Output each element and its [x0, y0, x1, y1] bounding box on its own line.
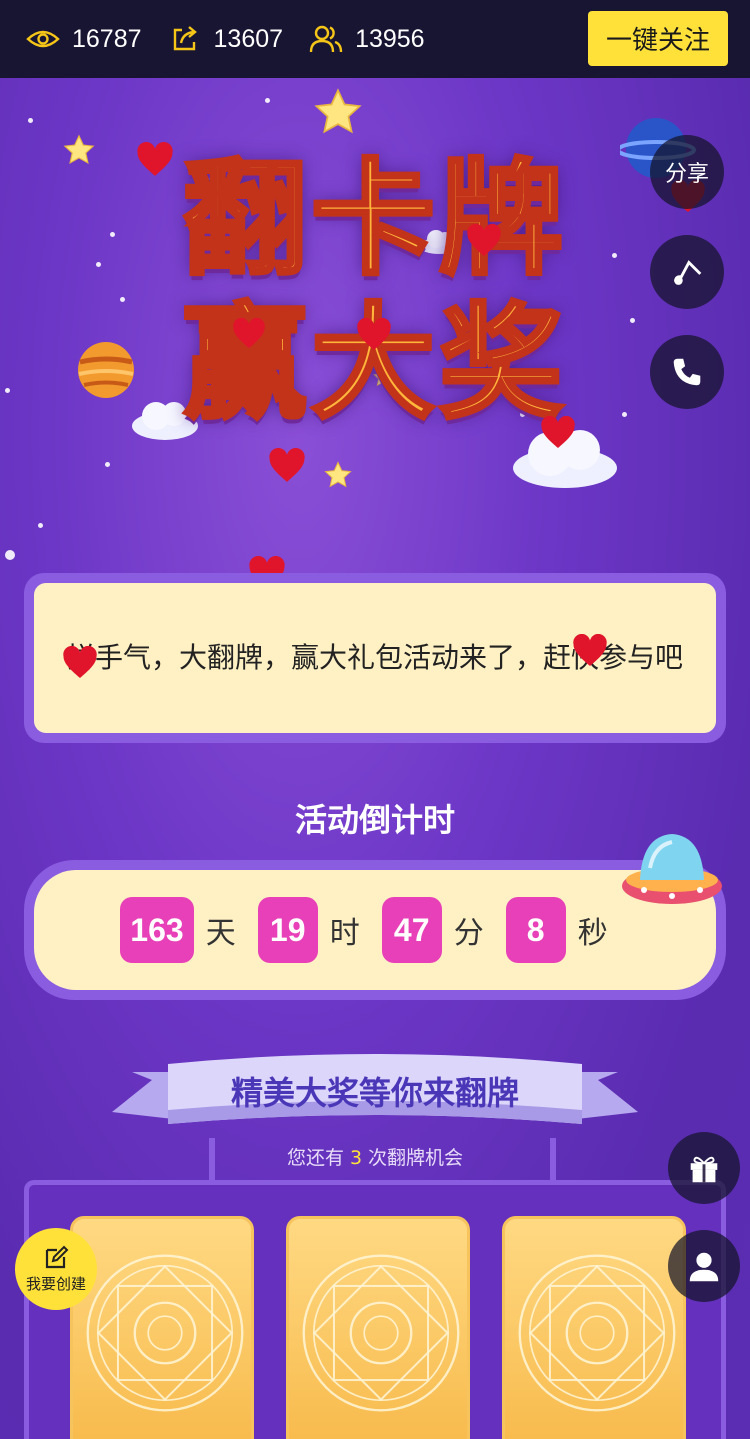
star-dot [105, 462, 110, 467]
chances-count: 3 [349, 1147, 363, 1169]
phone-button[interactable] [650, 335, 724, 409]
music-button[interactable] [650, 235, 724, 309]
participants-stat: 13956 [309, 24, 425, 54]
heart-icon [137, 142, 173, 176]
music-note-icon [674, 260, 702, 285]
page: 翻卡牌 赢大奖 16787 13607 13956 一键关注 分享 拼手气，大翻 [0, 0, 750, 1439]
follow-button[interactable]: 一键关注 [588, 11, 728, 66]
shares-stat: 13607 [168, 24, 284, 54]
seconds-unit: 秒 [577, 916, 608, 951]
flip-card-2[interactable] [286, 1216, 470, 1439]
users-icon [309, 25, 343, 53]
participants-count: 13956 [355, 24, 425, 53]
share-out-icon [173, 26, 197, 51]
magic-circle-icon [302, 1254, 460, 1412]
chances-text: 您还有 3 次翻牌机会 [0, 1143, 750, 1170]
star-dot [38, 523, 43, 528]
chances-suffix: 次翻牌机会 [368, 1147, 464, 1169]
magic-circle-icon [86, 1254, 244, 1412]
user-icon [689, 1252, 719, 1282]
yellow-star-icon [324, 461, 352, 488]
countdown-minutes: 47 [381, 897, 442, 963]
chances-prefix: 您还有 [286, 1147, 344, 1169]
share-button[interactable]: 分享 [650, 135, 724, 209]
minutes-unit: 分 [453, 916, 484, 951]
create-button[interactable]: 我要创建 [15, 1228, 97, 1310]
heart-icon [63, 646, 97, 678]
heart-icon [573, 634, 607, 666]
views-stat: 16787 [26, 24, 142, 54]
magic-circle-icon [518, 1254, 676, 1412]
title-line-2: 赢大奖 [181, 290, 567, 438]
star-dot [265, 98, 270, 103]
heart-icon [467, 224, 501, 256]
countdown-days: 163 [120, 897, 194, 963]
gift-icon [690, 1156, 718, 1183]
heart-icon [541, 416, 575, 448]
intro-panel: 拼手气，大翻牌，赢大礼包活动来了，赶快参与吧 [24, 573, 726, 743]
intro-text: 拼手气，大翻牌，赢大礼包活动来了，赶快参与吧 [34, 583, 716, 733]
heart-icon [269, 448, 305, 482]
heart-icon [233, 318, 265, 349]
heart-icon [357, 318, 391, 350]
profile-button[interactable] [668, 1230, 740, 1302]
edit-icon [45, 1245, 69, 1268]
shares-count: 13607 [213, 24, 284, 53]
hours-unit: 时 [329, 916, 360, 951]
countdown-box: 163 天 19 时 47 分 8 秒 [34, 870, 716, 990]
stats-bar: 16787 13607 13956 一键关注 [0, 0, 750, 78]
countdown-seconds: 8 [505, 897, 566, 963]
share-label: 分享 [664, 162, 709, 187]
star-dot [5, 550, 15, 560]
prize-banner-text: 精美大奖等你来翻牌 [230, 1074, 519, 1112]
days-unit: 天 [205, 916, 236, 951]
views-count: 16787 [72, 24, 142, 53]
eye-icon [26, 30, 60, 48]
flip-card-1[interactable] [70, 1216, 254, 1439]
create-label: 我要创建 [25, 1274, 86, 1293]
ufo-icon [622, 834, 722, 904]
phone-icon [673, 358, 701, 386]
gift-button[interactable] [668, 1132, 740, 1204]
flip-card-3[interactable] [502, 1216, 686, 1439]
countdown-hours: 19 [257, 897, 318, 963]
